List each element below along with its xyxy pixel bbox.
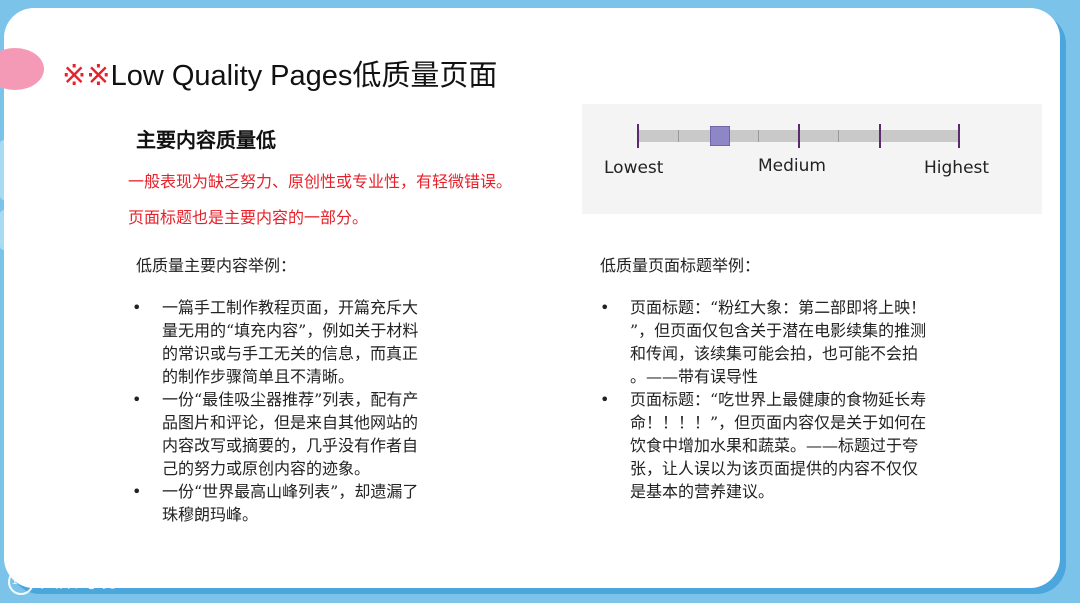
page-title: ※※Low Quality Pages低质量页面 xyxy=(62,52,497,94)
scale-minor-tick xyxy=(678,130,679,142)
section-subtitle: 主要内容质量低 xyxy=(136,128,276,152)
right-example-list: 页面标题：“粉红大象：第二部即将上映！ ”，但页面仅包含关于潜在电影续集的推测和传… xyxy=(600,296,1000,503)
scale-label-medium: Medium xyxy=(758,156,826,176)
left-column-heading: 低质量主要内容举例： xyxy=(136,256,297,275)
list-item: 一份“最佳吸尘器推荐”列表，配有产品图片和评论，但是来自其他网站的内容改写或摘要… xyxy=(132,388,492,480)
scale-tick-highest xyxy=(958,124,960,148)
list-item-line: 页面标题：“粉红大象：第二部即将上映！ xyxy=(630,298,927,317)
list-item-line: 品图片和评论，但是来自其他网站的 xyxy=(162,413,419,432)
list-item-line: 一份“世界最高山峰列表”，却遗漏了 xyxy=(162,482,419,501)
pink-dot-decoration xyxy=(0,48,44,90)
list-item-line: 一份“最佳吸尘器推荐”列表，配有产 xyxy=(162,390,419,409)
list-item-line: 的制作步骤简单且不清晰。 xyxy=(162,367,355,386)
watermark-logo-icon: 100 xyxy=(8,568,34,595)
quality-scale: Lowest Medium Highest xyxy=(582,104,1042,214)
list-item: 一份“世界最高山峰列表”，却遗漏了珠穆朗玛峰。 xyxy=(132,480,492,526)
red-note-1: 一般表现为缺乏努力、原创性或专业性，有轻微错误。 xyxy=(128,172,513,191)
list-item-line: 的常识或与手工无关的信息，而真正 xyxy=(162,344,419,363)
right-column-heading: 低质量页面标题举例： xyxy=(600,256,761,275)
list-item: 页面标题：“吃世界上最健康的食物延长寿命！！！！”，但页面内容仅是关于如何在饮食… xyxy=(600,388,1000,503)
list-item-line: 。——带有误导性 xyxy=(630,367,759,386)
scale-minor-tick xyxy=(838,130,839,142)
list-item-line: 页面标题：“吃世界上最健康的食物延长寿 xyxy=(630,390,927,409)
left-example-list: 一篇手工制作教程页面，开篇充斥大量无用的“填充内容”，例如关于材料的常识或与手工… xyxy=(132,296,492,526)
scale-level-marker xyxy=(709,126,730,146)
list-item: 页面标题：“粉红大象：第二部即将上映！ ”，但页面仅包含关于潜在电影续集的推测和传… xyxy=(600,296,1000,388)
watermark: 100 大数跨境 xyxy=(8,566,116,595)
list-item-line: 内容改写或摘要的，几乎没有作者自 xyxy=(162,436,419,455)
list-item-line: 饮食中增加水果和蔬菜。——标题过于夸 xyxy=(630,436,919,455)
scale-minor-tick xyxy=(758,130,759,142)
scale-tick-medium xyxy=(798,124,800,148)
list-item-line: ”，但页面仅包含关于潜在电影续集的推测 xyxy=(630,321,927,340)
list-item-line: 一篇手工制作教程页面，开篇充斥大 xyxy=(162,298,419,317)
red-note-2: 页面标题也是主要内容的一部分。 xyxy=(128,208,369,227)
list-item-line: 己的努力或原创内容的迹象。 xyxy=(162,459,371,478)
scale-label-lowest: Lowest xyxy=(604,158,664,178)
title-marks: ※※ xyxy=(62,60,111,92)
scale-tick-high xyxy=(879,124,881,148)
list-item-line: 命！！！！”，但页面内容仅是关于如何在 xyxy=(630,413,927,432)
title-text: Low Quality Pages低质量页面 xyxy=(110,60,498,92)
list-item-line: 量无用的“填充内容”，例如关于材料 xyxy=(162,321,419,340)
list-item-line: 珠穆朗玛峰。 xyxy=(162,505,259,524)
scale-tick-lowest xyxy=(637,124,639,148)
watermark-text: 大数跨境 xyxy=(40,570,117,592)
list-item-line: 张，让人误以为该页面提供的内容不仅仅 xyxy=(630,459,919,478)
list-item: 一篇手工制作教程页面，开篇充斥大量无用的“填充内容”，例如关于材料的常识或与手工… xyxy=(132,296,492,388)
list-item-line: 是基本的营养建议。 xyxy=(630,482,775,501)
list-item-line: 和传闻，该续集可能会拍，也可能不会拍 xyxy=(630,344,919,363)
scale-label-highest: Highest xyxy=(924,158,990,178)
slide-card: ※※Low Quality Pages低质量页面 主要内容质量低 一般表现为缺乏… xyxy=(0,8,1060,588)
